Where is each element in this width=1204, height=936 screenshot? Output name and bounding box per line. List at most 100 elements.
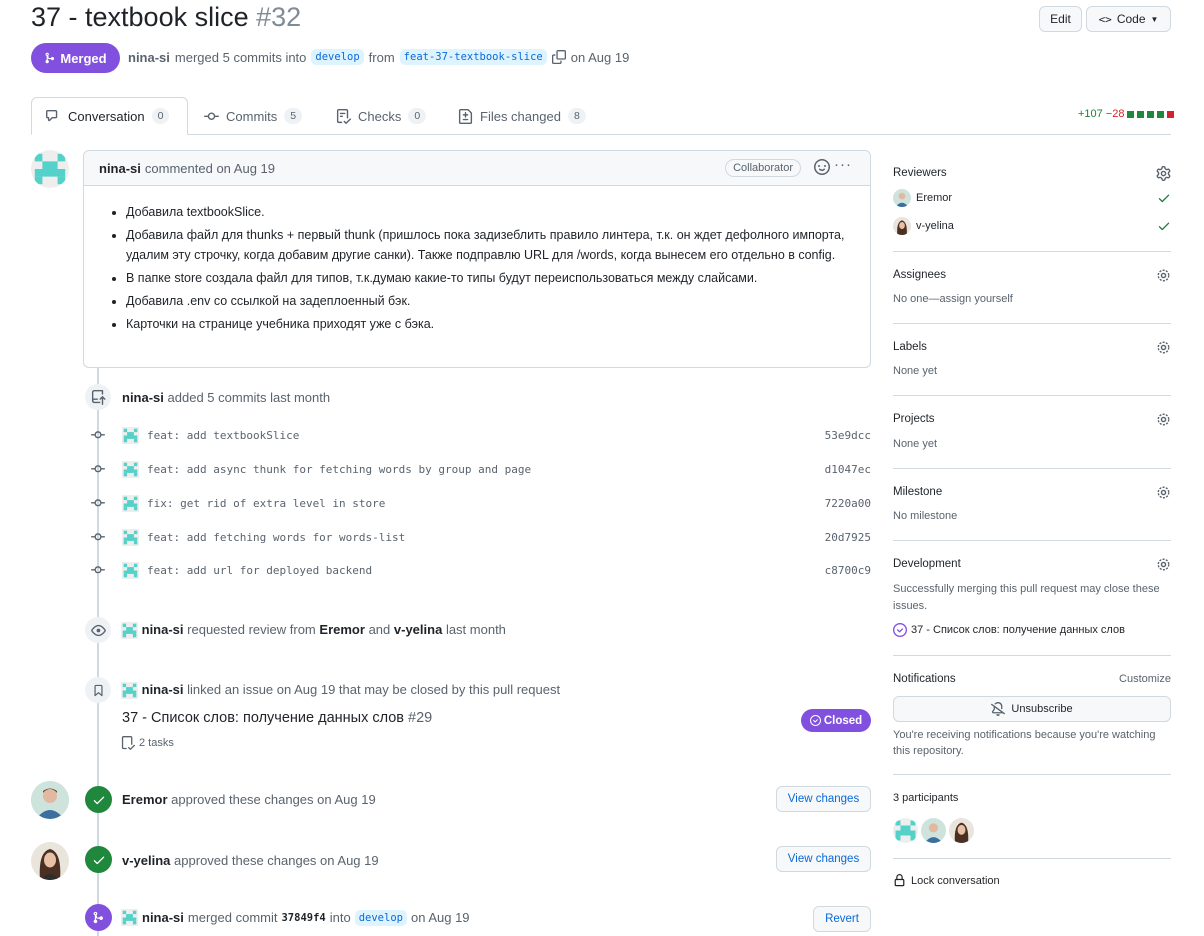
author-avatar[interactable] [31,150,69,188]
assignees-title: Assignees [893,269,947,281]
identicon-avatar[interactable] [122,426,139,444]
tab-conversation[interactable]: Conversation 0 [31,97,188,135]
labels-gear-icon[interactable] [1156,340,1171,358]
merge-text: merged 5 commits into [174,49,307,65]
merged-status-badge: Merged [31,43,120,73]
view-changes-button[interactable]: View changes [776,846,871,872]
page-title: 37 - textbook slice #32 [31,2,301,33]
customize-link[interactable]: Customize [1119,673,1171,685]
commit-dot-icon [89,563,107,577]
tab-files-count: 8 [567,108,586,124]
reviewer-row[interactable]: v-yelina [893,216,1171,236]
base-branch[interactable]: develop [311,49,364,65]
v-yelina-avatar[interactable] [31,842,69,880]
lock-icon [894,874,905,887]
reviewer-link[interactable]: v-yelina [394,622,442,637]
tab-commits[interactable]: Commits 5 [204,97,303,135]
conversation-icon [46,109,58,121]
comment-list-item: Карточки на странице учебника приходят у… [126,314,854,334]
view-changes-button[interactable]: View changes [776,786,871,812]
linked-issue-title[interactable]: 37 - Список слов: получение данных слов … [122,710,432,726]
commit-message[interactable]: fix: get rid of extra level in store [147,497,385,510]
commit-sha[interactable]: 53e9dcc [825,429,871,442]
reviewer-link[interactable]: Eremor [319,622,365,637]
tab-conversation-count: 0 [151,108,170,124]
reviewer-row[interactable]: Eremor [893,188,1171,208]
comment-meta[interactable]: commented on Aug 19 [145,161,275,176]
participant-avatar-v-yelina[interactable] [949,818,974,843]
tab-files-changed[interactable]: Files changed 8 [458,97,586,135]
participant-avatar-nina-si[interactable] [893,818,918,843]
development-text: Successfully merging this pull request m… [893,583,1160,612]
edit-button[interactable]: Edit [1039,6,1082,32]
commit-message[interactable]: feat: add textbookSlice [147,429,299,442]
event-author[interactable]: nina-si [142,682,184,697]
check-circle-icon [809,715,821,726]
issue-title[interactable]: 37 - Список слов: получение данных слов [122,710,404,726]
labels-title: Labels [893,341,927,353]
projects-gear-icon[interactable] [1156,412,1171,430]
reviewers-title: Reviewers [893,167,947,179]
event-author[interactable]: nina-si [142,910,184,925]
commits-event-author[interactable]: nina-si [122,390,164,405]
event-text: and [368,622,391,637]
commit-sha[interactable]: d1047ec [825,463,871,476]
identicon-avatar[interactable] [122,494,139,512]
assignees-value[interactable]: No one—assign yourself [893,293,1171,305]
tab-commits-count: 5 [284,108,303,124]
diffstat-removed: −28 [1105,108,1125,120]
comment-list: Добавила textbookSlice. Добавила файл дл… [110,202,854,334]
identicon-avatar[interactable] [121,909,138,926]
collaborator-badge: Collaborator [725,159,801,177]
issue-number[interactable]: #29 [408,710,432,726]
code-button[interactable]: <> Code ▼ [1086,6,1171,32]
development-title: Development [893,558,961,570]
issue-state: Closed [823,714,863,727]
smiley-icon[interactable] [814,159,830,178]
comment-list-item: Добавила textbookSlice. [126,202,854,222]
tab-checks[interactable]: Checks 0 [336,97,427,135]
comment-body: Добавила textbookSlice. Добавила файл дл… [84,186,870,334]
reviewer-name[interactable]: v-yelina [916,220,954,232]
unsubscribe-button[interactable]: Unsubscribe [893,696,1171,722]
event-author[interactable]: v-yelina [122,853,170,868]
identicon-avatar[interactable] [121,682,138,700]
commit-message[interactable]: feat: add url for deployed backend [147,564,372,577]
copy-icon[interactable] [551,50,566,64]
lock-conversation-link[interactable]: Lock conversation [893,874,1000,887]
development-issue-title[interactable]: 37 - Список слов: получение данных слов [911,624,1125,636]
commit-sha[interactable]: c8700c9 [825,564,871,577]
reviewer-name[interactable]: Eremor [916,192,952,204]
event-author[interactable]: Eremor [122,792,168,807]
diffstat-block [1167,110,1175,118]
development-gear-icon[interactable] [1156,557,1171,575]
merge-target-branch[interactable]: develop [354,909,407,926]
identicon-avatar[interactable] [121,622,138,640]
commit-sha[interactable]: 7220a00 [825,497,871,510]
event-author[interactable]: nina-si [142,622,184,637]
revert-button[interactable]: Revert [813,906,871,932]
commit-row: feat: add textbookSlice 53e9dcc [89,425,871,445]
identicon-avatar[interactable] [122,561,139,579]
sidebar-divider [893,323,1171,324]
event-time: on Aug 19 [410,910,470,925]
identicon-avatar[interactable] [122,460,139,478]
milestone-gear-icon[interactable] [1156,485,1171,503]
commit-message[interactable]: feat: add fetching words for words-list [147,531,405,544]
reviewers-gear-icon[interactable] [1156,166,1171,184]
pr-author-link[interactable]: nina-si [128,50,170,65]
development-issue-link[interactable]: 37 - Список слов: получение данных слов [893,623,1125,637]
identicon-avatar[interactable] [122,528,139,546]
tab-checks-count: 0 [408,108,427,124]
eremor-avatar[interactable] [31,781,69,819]
kebab-menu-icon[interactable]: ··· [834,156,852,173]
assignees-gear-icon[interactable] [1156,268,1171,286]
merge-commit-sha[interactable]: 37849f4 [281,912,325,924]
commit-message[interactable]: feat: add async thunk for fetching words… [147,463,531,476]
notifications-text: You're receiving notifications because y… [893,729,1156,757]
participant-avatar-eremor[interactable] [921,818,946,843]
commit-sha[interactable]: 20d7925 [825,531,871,544]
comment-author[interactable]: nina-si [99,161,141,176]
head-branch[interactable]: feat-37-textbook-slice [399,49,547,65]
eremor-mini-avatar [893,189,911,207]
